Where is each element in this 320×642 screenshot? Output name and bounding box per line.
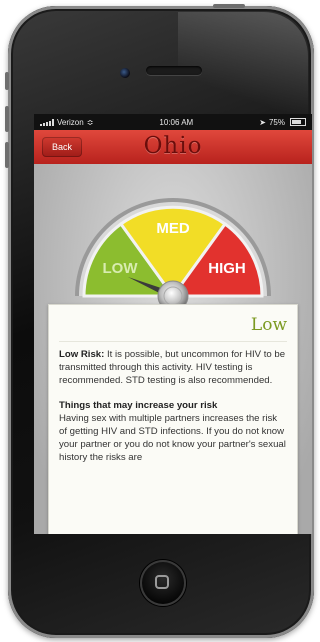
risk-rating-label: Low	[59, 315, 287, 342]
home-square-icon	[155, 575, 169, 589]
battery-percent: 75%	[268, 117, 285, 127]
increase-risk-section: Things that may increase your risk Having…	[59, 399, 287, 464]
app-logo-title: Ohio	[143, 133, 203, 159]
status-bar: Verizon ≎ 10:06 AM ➤ 75%	[34, 114, 312, 130]
carrier-name: Verizon	[57, 117, 84, 127]
volume-up-button	[5, 106, 9, 132]
battery-group: ➤ 75%	[259, 118, 306, 127]
risk-description: Low Risk: It is possible, but uncommon f…	[59, 348, 287, 387]
gauge-label-low: LOW	[103, 260, 139, 277]
battery-icon	[289, 118, 306, 126]
increase-risk-heading: Things that may increase your risk	[59, 400, 218, 411]
volume-down-button	[5, 142, 9, 168]
risk-result-card: Low Low Risk: It is possible, but uncomm…	[48, 304, 298, 534]
power-button	[213, 4, 245, 8]
location-icon: ➤	[259, 117, 266, 127]
gauge-knob	[157, 280, 189, 306]
signal-bars-icon	[40, 118, 54, 126]
nav-bar: Back Ohio	[34, 130, 312, 165]
phone-frame: Verizon ≎ 10:06 AM ➤ 75% Back Ohio LOW M…	[5, 4, 314, 638]
wifi-icon: ≎	[86, 117, 94, 127]
increase-risk-text: Having sex with multiple partners increa…	[59, 413, 286, 463]
risk-gauge: LOW MED HIGH	[75, 198, 271, 306]
mute-switch	[5, 72, 9, 90]
app-screen: Verizon ≎ 10:06 AM ➤ 75% Back Ohio LOW M…	[34, 114, 312, 534]
status-time: 10:06 AM	[159, 117, 194, 127]
gauge-label-high: HIGH	[208, 260, 246, 277]
carrier-group: Verizon ≎	[40, 118, 93, 127]
home-button[interactable]	[140, 560, 186, 606]
risk-title: Low Risk:	[59, 349, 105, 360]
earpiece-speaker	[146, 66, 202, 75]
front-camera-icon	[120, 68, 130, 78]
gauge-label-med: MED	[156, 220, 190, 237]
